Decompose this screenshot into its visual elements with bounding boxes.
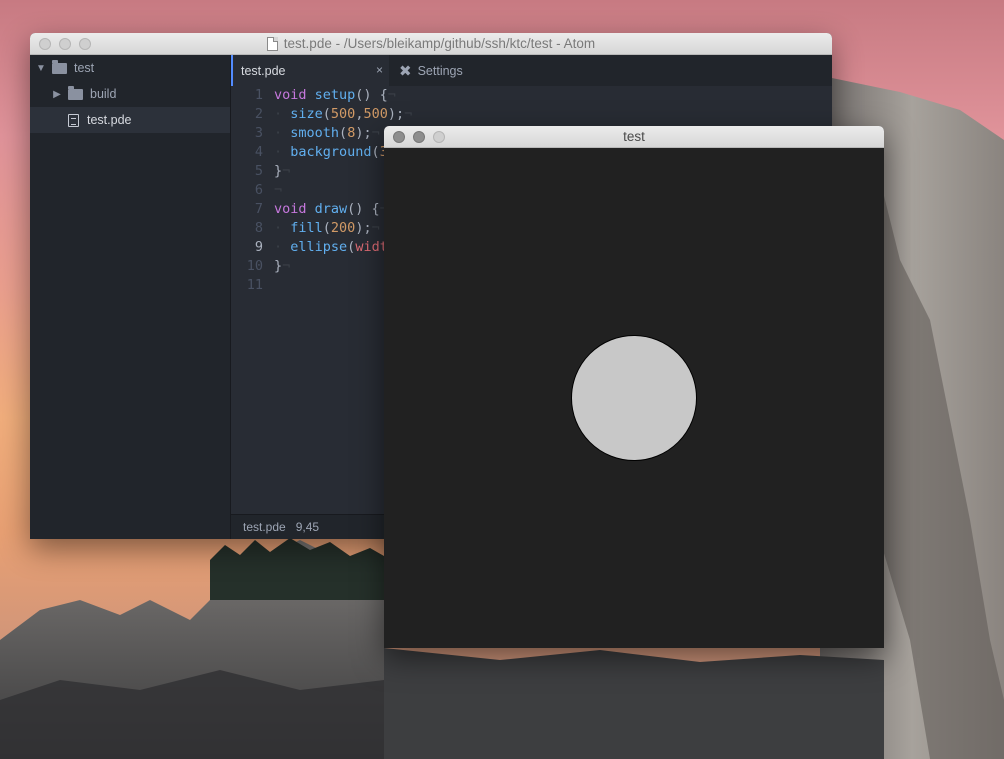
sketch-titlebar[interactable]: test: [384, 126, 884, 148]
close-window-button[interactable]: [393, 131, 405, 143]
line-number: 11: [246, 277, 263, 293]
sketch-canvas[interactable]: [384, 148, 884, 648]
tab-test-pde[interactable]: test.pde ×: [231, 55, 389, 86]
close-icon[interactable]: ×: [376, 63, 383, 77]
tree-root-label: test: [74, 61, 95, 75]
line-number: 7: [254, 201, 263, 217]
window-controls: [39, 38, 91, 50]
folder-icon: [52, 59, 67, 74]
window-controls: [393, 131, 445, 143]
tools-icon: ✖: [399, 62, 412, 80]
sketch-window-title: test: [623, 129, 645, 144]
sketch-window: test: [384, 126, 884, 648]
close-window-button[interactable]: [39, 38, 51, 50]
line-number: 8: [254, 220, 263, 236]
tab-label: test.pde: [241, 63, 286, 78]
line-number: 6: [254, 182, 263, 198]
tree-root-folder[interactable]: ▼ test: [30, 55, 230, 81]
tab-settings[interactable]: ✖ Settings: [389, 55, 463, 86]
line-number-current: 9: [254, 239, 263, 255]
tree-item-test-pde[interactable]: test.pde: [30, 107, 230, 133]
minimize-window-button[interactable]: [59, 38, 71, 50]
tree-item-build[interactable]: ▶ build: [30, 81, 230, 107]
line-number: 3: [254, 125, 263, 141]
window-title-text: test.pde - /Users/bleikamp/github/ssh/kt…: [283, 36, 596, 51]
file-text-icon: [68, 113, 79, 127]
status-cursor-position[interactable]: 9,45: [296, 520, 319, 534]
chevron-down-icon[interactable]: ▼: [36, 63, 46, 74]
line-number: 2: [254, 106, 263, 122]
ellipse-shape: [571, 335, 697, 461]
tree-item-label: test.pde: [87, 113, 132, 127]
window-title: test.pde - /Users/bleikamp/github/ssh/kt…: [266, 36, 596, 51]
tree-view: ▼ test ▶ build test.pde: [30, 55, 231, 539]
code-line[interactable]: · size(500,500);¬: [274, 105, 437, 124]
tab-bar: test.pde × ✖ Settings: [231, 55, 832, 86]
zoom-window-button[interactable]: [79, 38, 91, 50]
line-number: 4: [254, 144, 263, 160]
line-number: 10: [246, 258, 263, 274]
status-file[interactable]: test.pde: [243, 520, 286, 534]
code-line[interactable]: void setup() {¬: [274, 86, 437, 105]
folder-icon: [68, 85, 83, 100]
atom-titlebar[interactable]: test.pde - /Users/bleikamp/github/ssh/kt…: [30, 33, 832, 55]
zoom-window-button[interactable]: [433, 131, 445, 143]
document-icon: [266, 36, 278, 51]
line-number: 5: [254, 163, 263, 179]
tab-label: Settings: [417, 63, 463, 78]
chevron-right-icon[interactable]: ▶: [52, 89, 62, 100]
line-number-gutter: 1 2 3 4 5 6 7 8 9 10 11: [231, 86, 263, 295]
tree-item-label: build: [90, 87, 117, 101]
line-number: 1: [254, 87, 263, 103]
minimize-window-button[interactable]: [413, 131, 425, 143]
